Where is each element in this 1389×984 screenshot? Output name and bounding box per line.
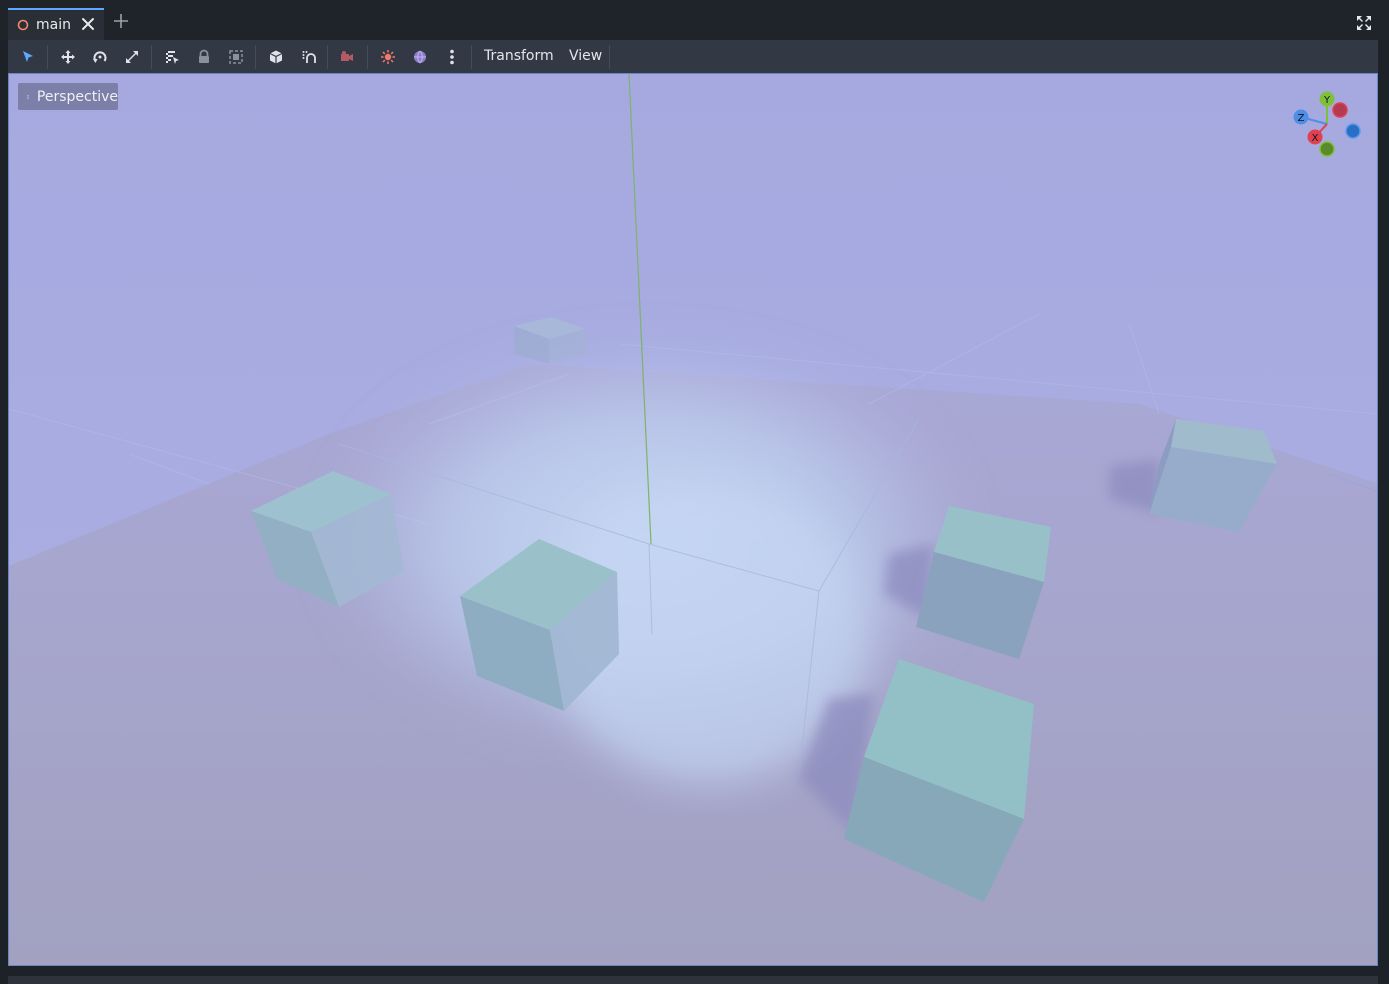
toolbar-separator: [151, 45, 152, 69]
move-mode-icon: [61, 50, 75, 64]
toolbar-separator: [327, 45, 328, 69]
snap-icon: [302, 51, 316, 63]
lock-icon: [199, 49, 209, 63]
viewport-toolbar: Transform View: [8, 40, 1378, 73]
snap-button[interactable]: [299, 47, 319, 67]
toolbar-separator: [367, 45, 368, 69]
close-icon[interactable]: [80, 16, 96, 32]
group-icon: [229, 50, 243, 64]
view-mode-menu-button[interactable]: Perspective: [18, 83, 118, 110]
y-axis-label: Y: [1323, 95, 1331, 106]
3d-viewport[interactable]: Perspective Z Y X: [8, 73, 1378, 966]
toolbar-separator: [609, 45, 610, 69]
scale-mode-button[interactable]: [122, 47, 142, 67]
toolbar-separator: [255, 45, 256, 69]
local-space-button[interactable]: [266, 47, 286, 67]
rotate-mode-icon: [93, 51, 107, 63]
scene-circle-icon: [17, 19, 29, 31]
toolbar-separator: [471, 45, 472, 69]
bottom-panel-edge: [8, 976, 1378, 984]
list-select-icon: [166, 51, 179, 64]
environment-icon: [414, 50, 426, 64]
view-menu[interactable]: View: [569, 40, 602, 73]
toolbar-separator: [47, 45, 48, 69]
negative-y-axis-handle: [1319, 141, 1335, 157]
negative-x-axis-handle: [1332, 102, 1348, 118]
select-mode-icon: [23, 51, 33, 62]
rotate-mode-button[interactable]: [90, 47, 110, 67]
x-axis-label: X: [1312, 133, 1319, 144]
scene-render: [9, 74, 1377, 965]
kebab-menu-icon: [27, 94, 29, 99]
add-tab-icon[interactable]: [113, 13, 129, 29]
view-mode-label: Perspective: [36, 88, 118, 105]
move-mode-button[interactable]: [58, 47, 78, 67]
group-button[interactable]: [226, 47, 246, 67]
tab-label: main: [36, 17, 71, 33]
fullscreen-icon[interactable]: [1356, 15, 1372, 31]
z-axis-label: Z: [1298, 113, 1305, 124]
transform-menu[interactable]: Transform: [484, 40, 554, 73]
camera-preview-button[interactable]: [337, 47, 357, 67]
scene-tab-bar: main: [0, 0, 1389, 40]
lock-button[interactable]: [194, 47, 214, 67]
more-icon: [450, 49, 454, 65]
select-mode-button[interactable]: [18, 47, 38, 67]
environment-toggle-button[interactable]: [410, 47, 430, 67]
sun-icon: [381, 50, 395, 64]
sun-toggle-button[interactable]: [378, 47, 398, 67]
list-select-button[interactable]: [162, 47, 182, 67]
camera-preview-icon: [341, 51, 353, 61]
negative-z-axis-handle: [1345, 123, 1361, 139]
orientation-gizmo[interactable]: Z Y X: [1289, 89, 1369, 159]
local-space-icon: [269, 50, 283, 64]
tab-main[interactable]: main: [8, 8, 104, 40]
more-options-button[interactable]: [442, 47, 462, 67]
scale-mode-icon: [126, 51, 138, 63]
